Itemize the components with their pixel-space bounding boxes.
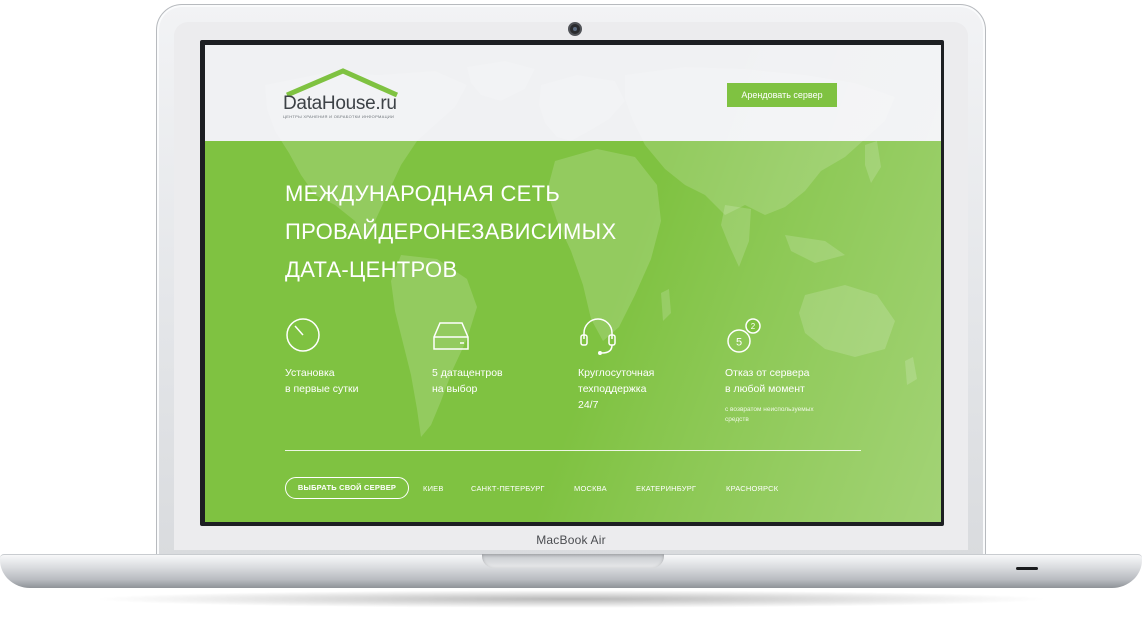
feature-line: техподдержка xyxy=(578,383,647,395)
feature-text: Установка в первые сутки xyxy=(285,365,359,397)
logo-tagline: ЦЕНТРЫ ХРАНЕНИЯ И ОБРАБОТКИ ИНФОРМАЦИИ xyxy=(283,114,395,119)
website-screen: DataHouse.ru ЦЕНТРЫ ХРАНЕНИЯ И ОБРАБОТКИ… xyxy=(205,45,941,522)
city-link-moscow[interactable]: МОСКВА xyxy=(574,484,607,493)
laptop-opening-notch xyxy=(482,554,664,568)
city-link-ekaterinburg[interactable]: ЕКАТЕРИНБУРГ xyxy=(636,484,696,493)
feature-line: в первые сутки xyxy=(285,383,359,395)
device-model-label: MacBook Air xyxy=(536,533,606,547)
hero-title-line: ПРОВАЙДЕРОНЕЗАВИСИМЫХ xyxy=(285,219,617,244)
feature-line: 24/7 xyxy=(578,399,599,411)
feature-line: на выбор xyxy=(432,383,478,395)
clock-icon xyxy=(286,318,320,352)
logo-text: DataHouse.ru xyxy=(283,93,397,114)
feature-line: в любой момент xyxy=(725,383,805,395)
feature-text: Круглосуточная техподдержка 24/7 xyxy=(578,365,654,413)
hero-title-line: МЕЖДУНАРОДНАЯ СЕТЬ xyxy=(285,181,561,206)
hero-title-line: ДАТА-ЦЕНТРОВ xyxy=(285,257,458,282)
laptop-shadow xyxy=(90,590,1052,608)
choose-server-button[interactable]: ВЫБРАТЬ СВОЙ СЕРВЕР xyxy=(285,477,409,499)
city-link-krasnoyarsk[interactable]: КРАСНОЯРСК xyxy=(726,484,778,493)
feature-note-line: средств xyxy=(725,416,749,423)
server-drive-icon xyxy=(433,322,469,350)
city-link-kiev[interactable]: КИЕВ xyxy=(423,484,444,493)
section-divider xyxy=(285,450,861,451)
badge-small-number: 2 xyxy=(751,322,756,331)
hero-title: МЕЖДУНАРОДНАЯ СЕТЬ ПРОВАЙДЕРОНЕЗАВИСИМЫХ… xyxy=(285,175,755,289)
feature-text: Отказ от сервера в любой момент xyxy=(725,365,810,397)
feature-line: Круглосуточная xyxy=(578,367,655,379)
feature-line: Установка xyxy=(285,367,335,379)
feature-text: 5 датацентров на выбор xyxy=(432,365,503,397)
refund-badge-icon: 5 2 xyxy=(727,318,761,353)
feature-note-line: с возвратом неиспользуемых xyxy=(725,406,814,413)
status-led-icon xyxy=(1016,567,1038,570)
headset-icon xyxy=(580,318,616,355)
webcam-icon xyxy=(568,22,582,36)
badge-main-number: 5 xyxy=(736,337,742,349)
feature-line: Отказ от сервера xyxy=(725,367,810,379)
feature-line: 5 датацентров xyxy=(432,367,503,379)
feature-note: с возвратом неиспользуемых средств xyxy=(725,405,814,425)
site-logo[interactable]: DataHouse.ru ЦЕНТРЫ ХРАНЕНИЯ И ОБРАБОТКИ… xyxy=(281,67,421,119)
rent-server-button[interactable]: Арендовать сервер xyxy=(727,83,837,107)
city-link-spb[interactable]: САНКТ-ПЕТЕРБУРГ xyxy=(471,484,545,493)
